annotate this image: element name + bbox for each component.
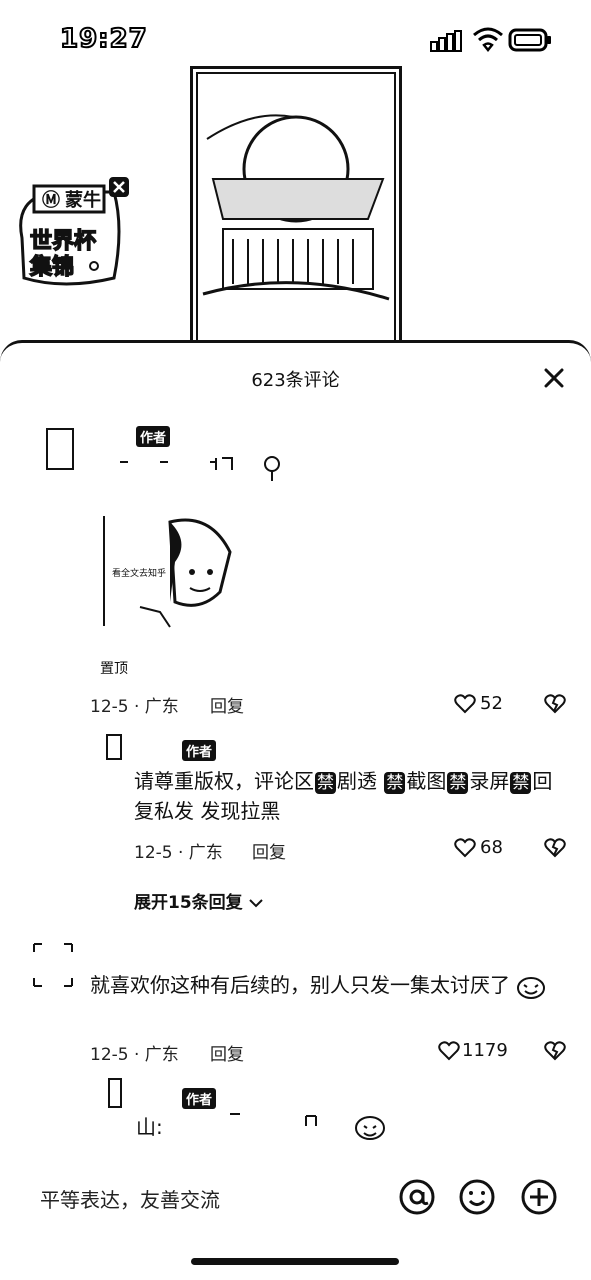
comment-text: 就喜欢你这种有后续的，别人只发一集太讨厌了	[90, 970, 560, 1000]
home-indicator[interactable]	[191, 1258, 399, 1265]
like-count: 52	[480, 693, 503, 714]
comment-date-location: 12-5 · 广东	[90, 1045, 179, 1065]
wifi-icon	[473, 27, 503, 52]
add-icon[interactable]	[520, 1178, 558, 1216]
video-preview[interactable]	[190, 66, 402, 350]
avatar[interactable]	[30, 940, 76, 990]
emoji-icon[interactable]	[458, 1178, 496, 1216]
at-icon[interactable]	[398, 1178, 436, 1216]
author-tag: 作者	[182, 740, 217, 761]
ban-mark: 禁	[447, 772, 469, 794]
svg-text:世界杯: 世界杯	[30, 228, 96, 253]
chevron-down-icon	[248, 899, 263, 908]
avatar[interactable]	[108, 1078, 122, 1108]
close-icon[interactable]	[540, 364, 568, 392]
promo-brand-text: Ⓜ 蒙牛	[42, 189, 101, 210]
avatar[interactable]	[106, 734, 122, 760]
heart-icon[interactable]	[438, 1041, 460, 1061]
svg-text:集锦: 集锦	[29, 254, 74, 279]
ban-mark: 禁	[510, 772, 532, 794]
reply-button[interactable]: 回复	[210, 1040, 244, 1065]
pinned-label: 置顶	[100, 661, 128, 677]
comment-text: 山:	[136, 1115, 163, 1139]
close-promo-icon[interactable]	[108, 176, 130, 198]
avatar[interactable]	[46, 428, 74, 470]
video-thumbnail-image	[196, 72, 396, 344]
heart-icon[interactable]	[454, 838, 476, 858]
laughing-emoji-icon	[517, 976, 546, 999]
expand-replies-button[interactable]: 展开15条回复	[134, 888, 263, 913]
ban-mark: 禁	[315, 772, 336, 794]
ban-mark: 禁	[384, 772, 406, 794]
battery-icon	[508, 28, 551, 52]
redacted-content	[230, 1113, 385, 1140]
heart-icon[interactable]	[454, 694, 476, 714]
comment-date-location: 12-5 · 广东	[90, 697, 179, 717]
author-tag: 作者	[136, 426, 171, 447]
reply-button[interactable]: 回复	[210, 692, 244, 717]
reply-button[interactable]: 回复	[252, 838, 286, 863]
comment-text: 请尊重版权，评论区禁剧透 禁截图禁录屏禁回复私发 发现拉黑	[134, 769, 553, 823]
sheet-title: 623条评论	[251, 370, 340, 391]
author-tag: 作者	[182, 1088, 217, 1109]
like-count: 1179	[462, 1040, 508, 1061]
redacted-username	[120, 456, 280, 481]
dislike-icon[interactable]	[544, 838, 566, 858]
like-count: 68	[480, 837, 503, 858]
signal-icon	[430, 30, 462, 52]
sticker-caption: 看全文去知乎	[112, 569, 167, 579]
comment-date-location: 12-5 · 广东	[134, 843, 223, 863]
comment-input[interactable]: 平等表达，友善交流	[40, 1184, 220, 1213]
status-time: 19:27	[59, 23, 148, 55]
dislike-icon[interactable]	[544, 1041, 566, 1061]
dislike-icon[interactable]	[544, 694, 566, 714]
